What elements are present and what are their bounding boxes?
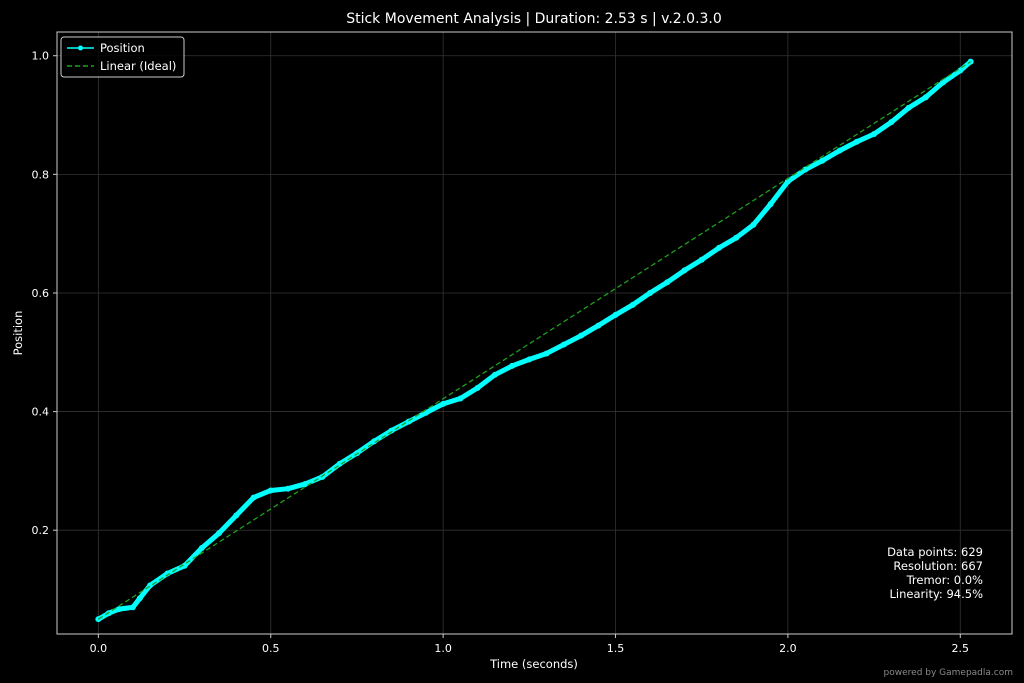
series-position-point <box>819 157 826 164</box>
series-position-point <box>905 104 912 111</box>
series-position-point <box>457 395 464 402</box>
series-position-point <box>136 595 143 602</box>
series-position-point <box>440 400 447 407</box>
y-tick-label: 1.0 <box>32 50 50 63</box>
series-position-point <box>698 256 705 263</box>
stat-data-points: Data points: 629 <box>887 545 983 559</box>
y-tick-label: 0.4 <box>32 406 50 419</box>
series-position-point <box>267 487 274 494</box>
series-position-point <box>578 332 585 339</box>
series-position-point <box>715 244 722 251</box>
series-position-point <box>198 545 205 551</box>
series-position-point <box>595 322 602 329</box>
series-position-point <box>491 371 498 378</box>
series-position-point <box>526 356 533 363</box>
y-tick-label: 0.6 <box>32 287 50 300</box>
y-axis-label: Position <box>11 311 25 356</box>
series-position-point <box>733 234 740 241</box>
series-position-point <box>284 485 291 492</box>
series-position-point <box>629 301 636 308</box>
stat-linearity: Linearity: 94.5% <box>890 587 984 601</box>
x-tick-label: 2.0 <box>779 642 797 655</box>
x-tick-label: 1.0 <box>434 642 452 655</box>
series-position-point <box>543 350 550 357</box>
legend-position-label: Position <box>100 41 145 55</box>
x-tick-label: 1.5 <box>607 642 625 655</box>
series-position-point <box>509 362 516 369</box>
series-position-point <box>871 131 878 138</box>
chart-canvas: 0.0 0.5 1.0 1.5 2.0 2.5 0.2 0.4 0.6 0.8 1.0 Stick … <box>0 0 1024 683</box>
series-position-point <box>302 480 309 487</box>
stat-resolution: Resolution: 667 <box>893 559 983 573</box>
chart-title: Stick Movement Analysis | Duration: 2.53… <box>346 11 722 27</box>
legend-linear-label: Linear (Ideal) <box>100 59 176 73</box>
x-tick-label: 0.5 <box>262 642 280 655</box>
legend-position-marker <box>78 45 83 51</box>
series-position-point <box>612 311 619 318</box>
series-position-point <box>129 604 136 611</box>
series-position-point <box>888 119 895 126</box>
series-position-point <box>836 147 843 154</box>
series-position-point <box>767 201 774 207</box>
series-position-point <box>216 530 223 537</box>
series-position-point <box>922 94 929 101</box>
series-position-point <box>664 279 671 286</box>
x-axis-label: Time (seconds) <box>489 657 578 671</box>
series-position-point <box>853 138 860 145</box>
series-position-point <box>474 384 481 391</box>
series-position-point <box>233 512 240 519</box>
x-tick-label: 0.0 <box>90 642 108 655</box>
series-position-point <box>681 267 688 274</box>
y-tick-label: 0.8 <box>32 168 50 181</box>
x-tick-label: 2.5 <box>952 642 970 655</box>
series-position-point <box>116 606 123 613</box>
series-position-point <box>802 166 809 173</box>
series-position-point <box>560 341 567 348</box>
footer-credit: powered by Gamepadla.com <box>884 668 1013 678</box>
series-position-point <box>750 221 757 228</box>
series-position-point <box>646 289 653 296</box>
legend: Position Linear (Ideal) <box>60 36 185 78</box>
series-position-point <box>957 67 964 74</box>
stat-tremor: Tremor: 0.0% <box>906 573 983 587</box>
series-position-point <box>250 494 257 501</box>
y-tick-label: 0.2 <box>32 524 50 537</box>
